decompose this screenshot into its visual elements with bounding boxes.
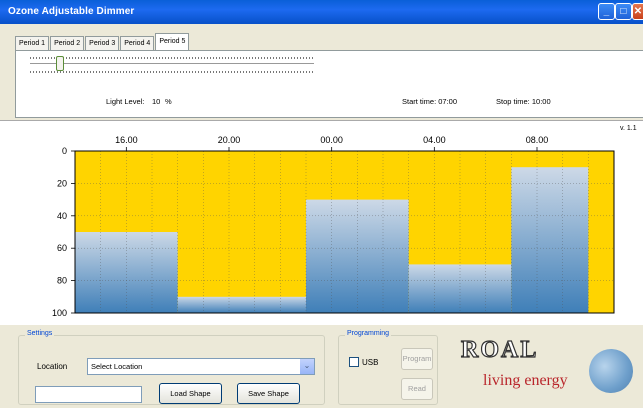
window-title: Ozone Adjustable Dimmer: [8, 6, 135, 17]
title-bar: Ozone Adjustable Dimmer _ □ ✕: [0, 0, 643, 24]
logo-tagline: living energy: [483, 372, 568, 389]
y-tick-label: 60: [57, 243, 67, 253]
dimming-chart[interactable]: 0 20 40 60 80 100 16.00 20.00 00.00 04.00 08.00: [0, 121, 643, 326]
x-tick-label: 00.00: [320, 135, 343, 145]
y-tick-label: 0: [62, 146, 67, 156]
chart-segment-5: [511, 167, 589, 313]
close-button[interactable]: ✕: [632, 3, 643, 20]
chart-segment-2: [177, 296, 306, 313]
light-level-value: 10: [152, 97, 161, 106]
maximize-icon: □: [620, 6, 627, 17]
programming-group: Programming USB Program Read: [338, 330, 438, 405]
close-icon: ✕: [633, 6, 643, 17]
chart-area: v. 1.1 0 20 40 60 80 100 16.00 20.00 00.00 04.00 0…: [0, 120, 643, 325]
program-button[interactable]: Program: [401, 348, 433, 370]
light-level-unit: %: [165, 97, 172, 106]
location-value: Select Location: [91, 362, 143, 371]
slider-thumb[interactable]: [56, 56, 64, 71]
usb-label: USB: [362, 358, 379, 367]
save-shape-button[interactable]: Save Shape: [237, 383, 300, 404]
chevron-down-icon[interactable]: ⌄: [299, 359, 314, 374]
x-tick-label: 08.00: [526, 135, 549, 145]
x-tick-label: 20.00: [218, 135, 241, 145]
settings-title: Settings: [25, 330, 55, 337]
x-tick-label: 16.00: [115, 135, 138, 145]
water-drop-icon: [582, 342, 640, 400]
light-level-label: Light Level:: [106, 97, 145, 106]
x-tick-label: 04.00: [423, 135, 446, 145]
location-select[interactable]: Select Location ⌄: [87, 358, 315, 375]
bottom-panel: Settings Location Select Location ⌄ Load…: [0, 325, 643, 408]
read-button[interactable]: Read: [401, 378, 433, 400]
roal-logo: ROAL living energy: [455, 335, 643, 405]
y-tick-label: 80: [57, 276, 67, 286]
slider-ticks-bottom: [30, 71, 314, 73]
y-tick-label: 40: [57, 211, 67, 221]
slider-ticks-top: [30, 57, 314, 59]
minimize-button[interactable]: _: [598, 3, 615, 20]
period-panel: Period 1 Period 2 Period 3 Period 4 Peri…: [0, 24, 643, 120]
tab-period-5[interactable]: Period 5: [155, 33, 190, 50]
settings-group: Settings Location Select Location ⌄ Load…: [18, 330, 325, 405]
location-label: Location: [37, 362, 68, 371]
load-shape-button[interactable]: Load Shape: [159, 383, 222, 404]
programming-title: Programming: [345, 330, 392, 337]
period-tabs: Period 1 Period 2 Period 3 Period 4 Peri…: [15, 33, 190, 50]
stop-time: Stop time: 10:00: [496, 97, 551, 106]
tab-period-2[interactable]: Period 2: [50, 36, 85, 50]
logo-roal-text: ROAL: [460, 336, 539, 363]
tab-period-3[interactable]: Period 3: [85, 36, 120, 50]
tab-period-1[interactable]: Period 1: [15, 36, 50, 50]
start-time: Start time: 07:00: [402, 97, 458, 106]
tab-content: Light Level: 10 % Start time: 07:00 Stop…: [15, 50, 643, 118]
usb-checkbox[interactable]: [349, 357, 359, 367]
shape-name-input[interactable]: [35, 386, 142, 403]
minimize-icon: _: [603, 6, 610, 17]
y-tick-label: 100: [52, 308, 67, 318]
maximize-button[interactable]: □: [615, 3, 632, 20]
y-tick-label: 20: [57, 178, 67, 188]
light-level-slider[interactable]: [30, 63, 314, 65]
tab-period-4[interactable]: Period 4: [120, 36, 155, 50]
